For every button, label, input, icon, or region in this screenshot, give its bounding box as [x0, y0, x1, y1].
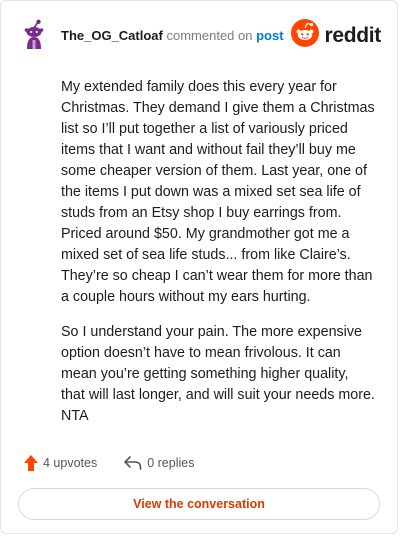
upvote-arrow-icon[interactable]	[24, 455, 38, 471]
reddit-brand[interactable]: reddit	[291, 19, 381, 52]
reply-action[interactable]: 0 replies	[119, 456, 194, 470]
reddit-wordmark: reddit	[324, 23, 381, 47]
comment-actions: 4 upvotes 0 replies	[19, 455, 194, 471]
post-link[interactable]: post	[256, 28, 283, 43]
comment-meta: The_OG_Catloaf commented on post	[61, 28, 284, 43]
snoo-avatar-icon[interactable]	[17, 18, 51, 52]
reply-count: 0 replies	[147, 456, 195, 470]
username-link[interactable]: The_OG_Catloaf	[61, 28, 163, 43]
view-conversation-button[interactable]: View the conversation	[18, 488, 380, 520]
commented-on-text: commented on	[166, 27, 253, 43]
comment-body: My extended family does this every year …	[61, 77, 375, 441]
upvote-count: 4 upvotes	[43, 456, 98, 470]
comment-paragraph: So I understand your pain. The more expe…	[61, 324, 375, 424]
reddit-logo-icon	[291, 19, 320, 52]
comment-header: The_OG_Catloaf commented on post reddit	[17, 17, 381, 53]
comment-card: The_OG_Catloaf commented on post reddit …	[0, 0, 398, 534]
upvote-action[interactable]: 4 upvotes	[19, 455, 97, 471]
comment-paragraph: My extended family does this every year …	[61, 79, 375, 305]
reply-arrow-icon[interactable]	[124, 456, 142, 470]
